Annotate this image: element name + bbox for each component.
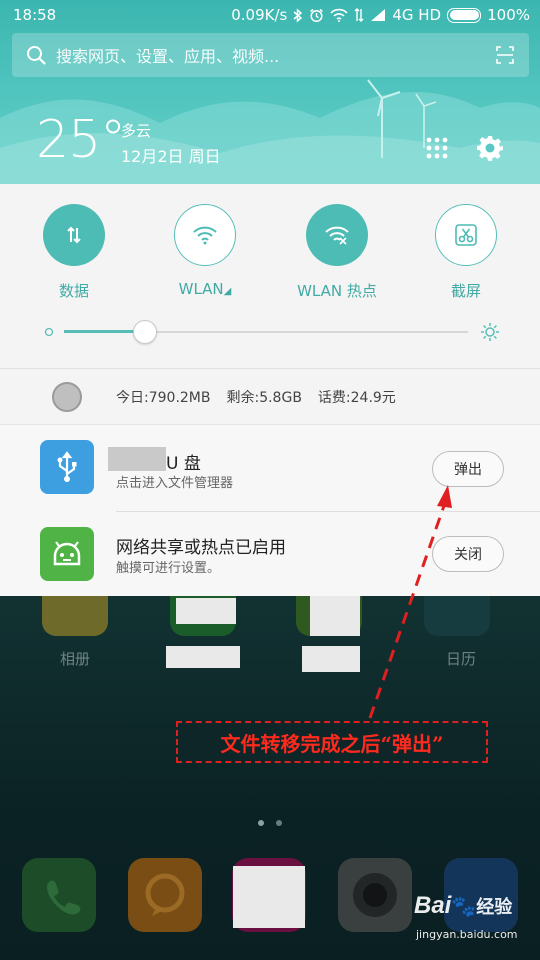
usage-today: 今日:790.2MB xyxy=(116,389,211,406)
toggle-circle[interactable] xyxy=(306,204,368,266)
brightness-slider[interactable] xyxy=(40,320,504,344)
network-speed: 0.09K/s xyxy=(231,6,288,24)
page-indicator-dot xyxy=(258,820,264,826)
search-icon xyxy=(27,46,46,65)
notification-subtitle: 触摸可进行设置。 xyxy=(116,561,221,576)
paw-icon: 🐾 xyxy=(451,894,477,918)
toggle-label: WLAN◢ xyxy=(178,280,232,298)
weather-condition: 多云 xyxy=(121,122,152,140)
toggle-mobile-data[interactable]: 数据 xyxy=(24,204,124,301)
messages-app-icon[interactable] xyxy=(128,858,202,932)
temperature: 25° xyxy=(36,110,126,170)
notification-title: U 盘 xyxy=(166,454,201,474)
toggle-label: WLAN 热点 xyxy=(297,282,377,300)
slider-thumb[interactable] xyxy=(132,320,157,344)
redaction-block xyxy=(302,646,360,672)
battery-icon xyxy=(447,7,482,23)
redaction-block xyxy=(233,866,305,928)
quick-settings-panel: 数据 WLAN◢ WLAN 热点 截屏 今日:790.2MB 剩余:5.8GB … xyxy=(0,184,540,424)
phone-app-icon[interactable] xyxy=(22,858,96,932)
notification-header: 18:58 0.09K/s 4G HD 100% 搜索网页、设置、应用、视频..… xyxy=(0,0,540,186)
signal-icon xyxy=(370,8,386,22)
toggle-circle[interactable] xyxy=(435,204,497,266)
wifi-icon xyxy=(193,226,217,245)
notification-list: U 盘 点击进入文件管理器 弹出 网络共享或热点已启用 触摸可进行设置。 关闭 xyxy=(0,424,540,596)
notification-usb[interactable]: U 盘 点击进入文件管理器 弹出 xyxy=(0,425,540,511)
page-indicator-dot xyxy=(276,820,282,826)
alarm-icon xyxy=(309,8,324,23)
battery-level: 100% xyxy=(487,6,530,24)
gear-icon[interactable] xyxy=(476,134,504,162)
camera-lens-icon xyxy=(353,873,397,917)
data-transfer-icon xyxy=(354,8,364,22)
annotation-callout: 文件转移完成之后“弹出” xyxy=(176,721,488,763)
notification-title: 网络共享或热点已启用 xyxy=(116,538,286,558)
notification-hotspot[interactable]: 网络共享或热点已启用 触摸可进行设置。 关闭 xyxy=(0,511,540,597)
android-icon xyxy=(53,541,81,566)
redaction-block xyxy=(176,598,236,624)
network-type: 4G HD xyxy=(392,6,442,24)
toggle-wlan-hotspot[interactable]: WLAN 热点 xyxy=(284,204,390,301)
phone-icon xyxy=(46,880,81,915)
redaction-block xyxy=(310,596,360,636)
watermark-brand: Bai xyxy=(414,892,452,919)
toggle-screenshot[interactable]: 截屏 xyxy=(416,204,516,301)
watermark-suffix: 经验 xyxy=(476,897,513,918)
brightness-high-icon xyxy=(481,323,499,341)
scan-icon[interactable] xyxy=(495,45,515,65)
data-arrows-icon xyxy=(67,226,81,244)
watermark-url: jingyan.baidu.com xyxy=(416,928,518,941)
caret-icon: ◢ xyxy=(223,286,232,297)
baidu-watermark: Bai🐾经验 jingyan.baidu.com xyxy=(414,892,518,941)
scissors-icon xyxy=(455,224,477,246)
toggle-label: 截屏 xyxy=(450,282,481,300)
camera-app-icon[interactable] xyxy=(338,858,412,932)
chat-bubble-icon xyxy=(145,873,185,916)
status-icons: 0.09K/s 4G HD 100% xyxy=(231,6,530,24)
redaction-block xyxy=(166,646,240,668)
bluetooth-icon xyxy=(293,7,303,23)
usage-ball-icon xyxy=(52,381,82,412)
brightness-low-icon xyxy=(44,327,54,337)
eject-button[interactable]: 弹出 xyxy=(432,451,504,487)
toggle-circle[interactable] xyxy=(43,204,105,266)
android-app-icon xyxy=(40,527,94,581)
home-label-gallery: 相册 xyxy=(59,650,90,668)
toggle-circle[interactable] xyxy=(174,204,236,266)
usage-remaining: 剩余:5.8GB xyxy=(226,389,302,406)
hotspot-icon xyxy=(325,226,349,245)
redaction-block xyxy=(108,447,166,471)
usage-balance: 话费:24.9元 xyxy=(317,389,396,406)
grid-menu-icon[interactable] xyxy=(426,137,448,159)
search-bar[interactable]: 搜索网页、设置、应用、视频... xyxy=(12,33,529,77)
usb-icon xyxy=(57,451,77,482)
current-date: 12月2日 周日 xyxy=(121,147,221,166)
status-bar: 18:58 0.09K/s 4G HD 100% xyxy=(0,0,540,30)
close-hotspot-button[interactable]: 关闭 xyxy=(432,536,504,572)
usb-app-icon xyxy=(40,440,94,494)
notification-subtitle: 点击进入文件管理器 xyxy=(116,476,234,491)
status-time: 18:58 xyxy=(13,6,57,24)
wifi-status-icon xyxy=(330,8,348,22)
toggle-wlan[interactable]: WLAN◢ xyxy=(155,204,255,298)
data-usage-bar[interactable]: 今日:790.2MB 剩余:5.8GB 话费:24.9元 xyxy=(0,368,540,424)
home-label-calendar: 日历 xyxy=(445,650,476,668)
toggle-label: 数据 xyxy=(58,282,89,300)
search-placeholder: 搜索网页、设置、应用、视频... xyxy=(56,47,280,66)
